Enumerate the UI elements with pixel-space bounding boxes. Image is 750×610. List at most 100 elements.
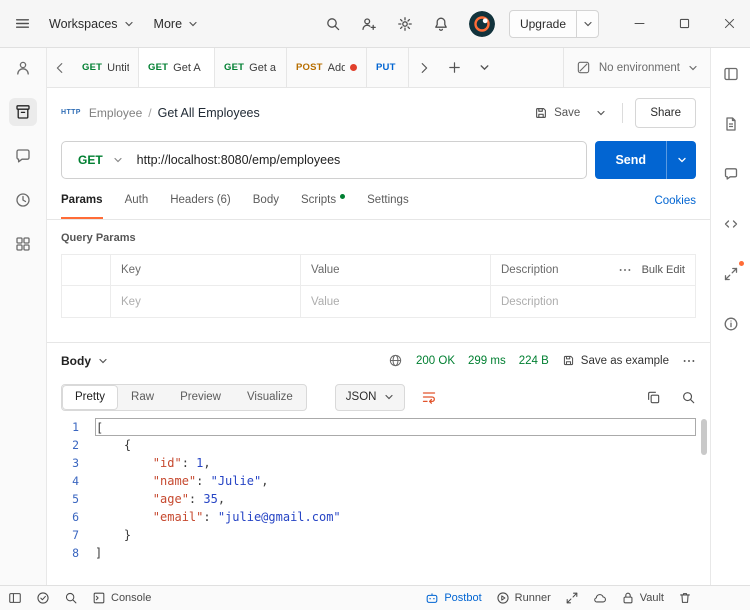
tab-auth[interactable]: Auth (125, 183, 149, 219)
cloud-agent-button[interactable] (593, 591, 607, 605)
line-content[interactable]: [ (95, 418, 696, 436)
open-tab-5[interactable]: PUT (367, 48, 409, 87)
console-button[interactable]: Console (92, 591, 151, 605)
tabs-scroll-left-button[interactable] (47, 48, 73, 87)
wrap-lines-button[interactable] (421, 389, 437, 405)
open-tab-3[interactable]: GET Get a (215, 48, 287, 87)
send-options-button[interactable] (666, 141, 696, 179)
open-tab-4[interactable]: POST Add (287, 48, 367, 87)
capture-requests-button[interactable] (565, 591, 579, 605)
pane-resizer[interactable] (47, 326, 710, 342)
workspaces-menu[interactable]: Workspaces (49, 17, 134, 31)
tab-scripts[interactable]: Scripts (301, 183, 346, 219)
status-check-button[interactable] (36, 591, 50, 605)
param-value-input[interactable]: Value (300, 286, 490, 317)
line-content[interactable]: "name": "Julie", (95, 472, 696, 490)
param-key-input[interactable]: Key (110, 286, 300, 317)
documentation-button[interactable] (717, 110, 745, 138)
param-description-input[interactable]: Description (490, 286, 695, 317)
view-tab-preview[interactable]: Preview (167, 385, 234, 410)
breadcrumb-collection[interactable]: Employee (89, 106, 142, 120)
related-requests-button[interactable] (717, 260, 745, 288)
response-view-tabs: Pretty Raw Preview Visualize (61, 383, 307, 411)
upgrade-options-button[interactable] (576, 10, 598, 37)
format-dropdown[interactable]: JSON (334, 383, 406, 411)
line-content[interactable]: ] (95, 544, 696, 562)
sidebar-collections-button[interactable] (9, 98, 37, 126)
comments-button[interactable] (717, 160, 745, 188)
save-button[interactable]: Save (526, 98, 588, 128)
send-button[interactable]: Send (595, 141, 666, 179)
save-as-example-button[interactable]: Save as example (562, 354, 669, 367)
response-code: 1[2 {3 "id": 1, 4 "name": "Julie", 5 "age"… (47, 418, 710, 562)
copy-icon[interactable] (646, 390, 661, 405)
search-button[interactable] (325, 16, 341, 32)
avatar[interactable] (468, 10, 495, 37)
response-editor[interactable]: 1[2 {3 "id": 1, 4 "name": "Julie", 5 "age"… (47, 416, 710, 585)
tabs-scroll-right-button[interactable] (409, 61, 439, 75)
editor-scrollbar[interactable] (701, 419, 707, 455)
line-content[interactable]: { (95, 436, 696, 454)
status-badge[interactable]: 200 OK (416, 355, 455, 367)
minimize-button[interactable] (633, 17, 646, 30)
environment-selector[interactable]: No environment (562, 48, 710, 87)
cookies-link[interactable]: Cookies (654, 195, 696, 207)
main-menu-button[interactable] (14, 15, 31, 32)
url-input[interactable]: http://localhost:8080/emp/employees (137, 153, 341, 167)
tab-method-label: PUT (376, 62, 396, 73)
query-params-section: Query Params Key Value Description Bulk … (47, 220, 710, 326)
share-button[interactable]: Share (635, 97, 696, 128)
line-content[interactable]: "id": 1, (95, 454, 696, 472)
sidebar-comments-button[interactable] (9, 142, 37, 170)
tab-body[interactable]: Body (253, 183, 279, 219)
search-icon[interactable] (681, 390, 696, 405)
sidebar-blocks-button[interactable] (9, 230, 37, 258)
bulk-edit-button[interactable]: Bulk Edit (642, 264, 685, 276)
headers-count: (6) (216, 194, 231, 206)
blocks-grid-icon (16, 237, 30, 251)
vault-button[interactable]: Vault (621, 591, 664, 605)
save-options-button[interactable] (592, 98, 610, 128)
param-select-cell[interactable] (62, 286, 110, 317)
view-tab-visualize[interactable]: Visualize (234, 385, 306, 410)
open-tab-2[interactable]: GET Get A (139, 48, 215, 87)
toggle-sidebar-button[interactable] (8, 591, 22, 605)
response-size[interactable]: 224 B (519, 355, 549, 367)
tab-settings[interactable]: Settings (367, 183, 409, 219)
sidebar-user-button[interactable] (9, 54, 37, 82)
response-options-icon[interactable] (682, 354, 696, 368)
line-content[interactable]: "age": 35, (95, 490, 696, 508)
find-button[interactable] (64, 591, 78, 605)
tab-headers[interactable]: Headers (6) (170, 183, 231, 219)
globe-icon[interactable] (388, 353, 403, 368)
notifications-button[interactable] (433, 16, 449, 32)
trash-button[interactable] (678, 591, 692, 605)
runner-button[interactable]: Runner (496, 591, 551, 605)
check-circle-icon (37, 592, 49, 604)
response-body-selector[interactable]: Body (61, 354, 108, 368)
send-label: Send (615, 153, 646, 167)
view-tab-raw[interactable]: Raw (118, 385, 167, 410)
settings-button[interactable] (397, 16, 413, 32)
tab-params[interactable]: Params (61, 183, 103, 219)
more-menu[interactable]: More (154, 17, 198, 31)
tab-options-button[interactable] (469, 62, 499, 73)
invite-button[interactable] (361, 16, 377, 32)
maximize-button[interactable] (678, 17, 691, 30)
more-options-icon[interactable] (618, 263, 632, 277)
upgrade-button[interactable]: Upgrade (510, 11, 576, 37)
layout-panel-button[interactable] (717, 60, 745, 88)
open-tab-1[interactable]: GET Untitl (73, 48, 139, 87)
code-snippet-button[interactable] (717, 210, 745, 238)
close-button[interactable] (723, 17, 736, 30)
new-tab-button[interactable] (439, 60, 469, 75)
sidebar-history-button[interactable] (9, 186, 37, 214)
response-time[interactable]: 299 ms (468, 355, 506, 367)
method-selector[interactable]: GET (62, 142, 137, 178)
line-content[interactable]: } (95, 526, 696, 544)
view-tab-pretty[interactable]: Pretty (62, 384, 119, 410)
postbot-button[interactable]: Postbot (425, 591, 482, 605)
info-button[interactable] (717, 310, 745, 338)
request-title[interactable]: Get All Employees (158, 106, 260, 120)
line-content[interactable]: "email": "julie@gmail.com" (95, 508, 696, 526)
